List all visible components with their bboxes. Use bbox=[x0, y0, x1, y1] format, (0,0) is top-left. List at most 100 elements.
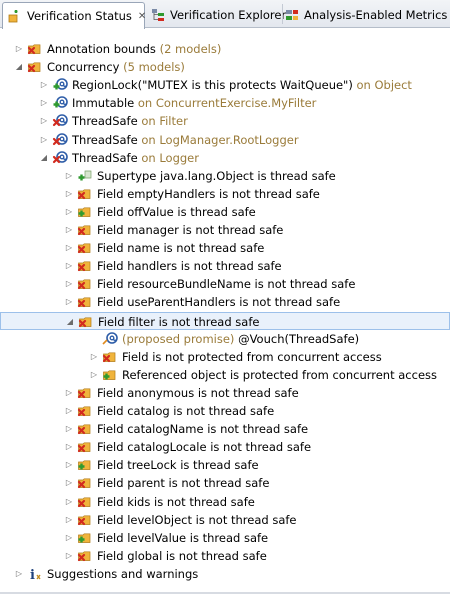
collapsed-twisty-icon[interactable]: ▷ bbox=[64, 478, 74, 488]
collapsed-twisty-icon[interactable]: ▷ bbox=[64, 171, 74, 181]
tree-row[interactable]: ▷ Field levelValue is thread safe bbox=[0, 529, 450, 547]
tree-row-label: RegionLock("MUTEX is this protects WaitQ… bbox=[72, 77, 412, 93]
folder-error-icon bbox=[77, 439, 93, 455]
tab-label: Verification Explorer bbox=[170, 8, 287, 22]
tab-divider bbox=[282, 4, 283, 24]
tree-row-text: Field handlers is not thread safe bbox=[97, 259, 282, 273]
tree-row[interactable]: ▷ Field manager is not thread safe bbox=[0, 221, 450, 239]
folder-error-icon bbox=[77, 276, 93, 292]
folder-error-icon bbox=[77, 548, 93, 564]
proposed-promise-icon bbox=[102, 331, 118, 347]
collapsed-twisty-icon[interactable]: ▷ bbox=[64, 279, 74, 289]
tree-row[interactable]: ▷ Field resourceBundleName is not thread … bbox=[0, 275, 450, 293]
tree-row[interactable]: ▷ Annotation bounds (2 models) bbox=[0, 40, 450, 58]
tree-row[interactable]: ▷ Field catalog is not thread safe bbox=[0, 402, 450, 420]
tree-row[interactable]: ▷ Field is not protected from concurrent … bbox=[0, 348, 450, 366]
tree-row-text: Field parent is not thread safe bbox=[97, 476, 270, 490]
tree-row[interactable]: ▷ Field useParentHandlers is not thread s… bbox=[0, 293, 450, 311]
collapsed-twisty-icon[interactable]: ▷ bbox=[39, 135, 49, 145]
tree-row[interactable]: ▷ Field kids is not thread safe bbox=[0, 493, 450, 511]
tree-row-text: Field manager is not thread safe bbox=[97, 223, 284, 237]
tree-row[interactable]: ▷ i Suggestions and warnings bbox=[0, 565, 450, 583]
tree-row[interactable]: ▷ Field anonymous is not thread safe bbox=[0, 384, 450, 402]
collapsed-twisty-icon[interactable]: ▷ bbox=[64, 406, 74, 416]
folder-error-icon bbox=[77, 403, 93, 419]
tree-row[interactable]: ▷ Field emptyHandlers is not thread safe bbox=[0, 185, 450, 203]
tree-row[interactable]: ▷ Field parent is not thread safe bbox=[0, 474, 450, 492]
collapsed-twisty-icon[interactable]: ▷ bbox=[89, 352, 99, 362]
collapsed-twisty-icon[interactable]: ▷ bbox=[64, 442, 74, 452]
collapsed-twisty-icon[interactable]: ▷ bbox=[64, 497, 74, 507]
collapsed-twisty-icon[interactable]: ▷ bbox=[64, 460, 74, 470]
tree-row-text: Field resourceBundleName is not thread s… bbox=[97, 277, 356, 291]
tree-row[interactable]: ▷ Supertype java.lang.Object is thread sa… bbox=[0, 167, 450, 185]
collapsed-twisty-icon[interactable]: ▷ bbox=[64, 533, 74, 543]
folder-ok-icon bbox=[77, 457, 93, 473]
collapsed-twisty-icon[interactable]: ▷ bbox=[64, 189, 74, 199]
collapsed-twisty-icon[interactable]: ▷ bbox=[64, 551, 74, 561]
tree-row-text: Suggestions and warnings bbox=[47, 567, 199, 581]
collapsed-twisty-icon[interactable]: ▷ bbox=[89, 370, 99, 380]
tree-row[interactable]: ▷ Field handlers is not thread safe bbox=[0, 257, 450, 275]
expanded-twisty-icon[interactable]: ◢ bbox=[65, 317, 75, 327]
tree-row[interactable]: ▷ Field catalogName is not thread safe bbox=[0, 420, 450, 438]
tree-row-label: Field catalog is not thread safe bbox=[97, 403, 274, 419]
tree-row[interactable]: ▷ Field catalogLocale is not thread safe bbox=[0, 438, 450, 456]
verification-explorer-icon bbox=[150, 7, 166, 23]
tab-analysis-enabled-metrics[interactable]: Analysis-Enabled Metrics bbox=[284, 2, 449, 28]
folder-error-icon bbox=[78, 314, 94, 330]
tree-row[interactable]: ▷ ThreadSafe on Filter bbox=[0, 112, 450, 130]
tree-row-text: Field name is not thread safe bbox=[97, 241, 265, 255]
collapsed-twisty-icon[interactable]: ▷ bbox=[14, 569, 24, 579]
collapsed-twisty-icon[interactable]: ▷ bbox=[64, 388, 74, 398]
collapsed-twisty-icon[interactable]: ▷ bbox=[64, 297, 74, 307]
tree-row[interactable]: ▷ Field name is not thread safe bbox=[0, 239, 450, 257]
tree-row-label: ThreadSafe on LogManager.RootLogger bbox=[72, 132, 299, 148]
collapsed-twisty-icon[interactable]: ▷ bbox=[39, 80, 49, 90]
tree-row[interactable]: ▷ Immutable on ConcurrentExercise.MyFilte… bbox=[0, 94, 450, 112]
collapsed-twisty-icon[interactable]: ▷ bbox=[64, 207, 74, 217]
tree-row[interactable]: ▷ Field offValue is thread safe bbox=[0, 203, 450, 221]
tree-row[interactable]: (proposed promise) @Vouch(ThreadSafe) bbox=[0, 330, 450, 348]
tree-row-text: Field catalog is not thread safe bbox=[97, 404, 275, 418]
tree-row-text: Field filter is not thread safe bbox=[98, 315, 260, 329]
tree-row[interactable]: ◢ Concurrency (5 models) bbox=[0, 58, 450, 76]
tree-row[interactable]: ▷ Referenced object is protected from con… bbox=[0, 366, 450, 384]
tree-row[interactable]: ▷ Field global is not thread safe bbox=[0, 547, 450, 565]
tree-row-label: Field offValue is thread safe bbox=[97, 204, 256, 220]
tree-row-text: Field levelValue is thread safe bbox=[97, 531, 269, 545]
collapsed-twisty-icon[interactable]: ▷ bbox=[39, 116, 49, 126]
tree-row[interactable]: ◢ Field filter is not thread safe bbox=[0, 312, 450, 330]
tree-row-label: Field global is not thread safe bbox=[97, 548, 267, 564]
tab-verification-explorer[interactable]: Verification Explorer bbox=[150, 2, 286, 28]
tree-row[interactable]: ▷ Field levelObject is not thread safe bbox=[0, 511, 450, 529]
collapsed-twisty-icon[interactable]: ▷ bbox=[64, 424, 74, 434]
collapsed-twisty-icon[interactable]: ▷ bbox=[14, 44, 24, 54]
tree-row-label: Field filter is not thread safe bbox=[98, 314, 259, 330]
tree-row-text: RegionLock("MUTEX is this protects WaitQ… bbox=[72, 78, 353, 92]
close-icon[interactable]: ✕ bbox=[138, 11, 146, 22]
folder-error-icon bbox=[77, 494, 93, 510]
tree-row[interactable]: ▷ ThreadSafe on LogManager.RootLogger bbox=[0, 131, 450, 149]
collapsed-twisty-icon[interactable]: ▷ bbox=[39, 98, 49, 108]
expanded-twisty-icon[interactable]: ◢ bbox=[39, 153, 49, 163]
tree-row-text: Field catalogLocale is not thread safe bbox=[97, 440, 312, 454]
expanded-twisty-icon[interactable]: ◢ bbox=[14, 62, 24, 72]
tab-label: Analysis-Enabled Metrics bbox=[304, 8, 448, 22]
folder-ok-icon bbox=[77, 204, 93, 220]
tree-row-label: Field manager is not thread safe bbox=[97, 222, 283, 238]
tree-row-label: Field anonymous is not thread safe bbox=[97, 385, 299, 401]
folder-error-icon bbox=[77, 258, 93, 274]
tab-verification-status[interactable]: Verification Status ✕ bbox=[2, 2, 146, 29]
folder-ok-icon bbox=[102, 367, 118, 383]
tree-row[interactable]: ▷ RegionLock("MUTEX is this protects Wait… bbox=[0, 76, 450, 94]
annotation-error-icon bbox=[52, 150, 68, 166]
collapsed-twisty-icon[interactable]: ▷ bbox=[64, 243, 74, 253]
tree-row-text: Field catalogName is not thread safe bbox=[97, 422, 309, 436]
collapsed-twisty-icon[interactable]: ▷ bbox=[64, 225, 74, 235]
folder-error-icon bbox=[77, 475, 93, 491]
collapsed-twisty-icon[interactable]: ▷ bbox=[64, 261, 74, 271]
collapsed-twisty-icon[interactable]: ▷ bbox=[64, 515, 74, 525]
tree-row[interactable]: ◢ ThreadSafe on Logger bbox=[0, 149, 450, 167]
tree-row[interactable]: ▷ Field treeLock is thread safe bbox=[0, 456, 450, 474]
